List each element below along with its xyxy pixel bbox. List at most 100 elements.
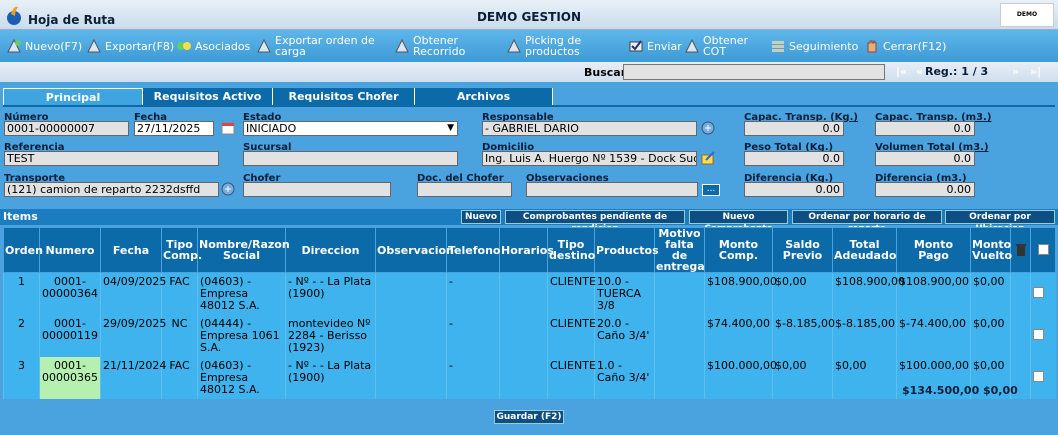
tab-requisitos-chofer[interactable]: Requisitos Chofer [273, 88, 415, 106]
col-orden[interactable]: Orden [3, 227, 43, 273]
cell-monto: $108.900,00 [704, 272, 777, 315]
col-motivo[interactable]: Motivo falta de entrega [654, 227, 705, 273]
items-nuevo-button[interactable]: Nuevo [461, 210, 501, 224]
last-record-button[interactable]: »| [1030, 65, 1041, 78]
enviar-button[interactable]: Enviar [628, 30, 682, 62]
cell-saldo: $0,00 [772, 357, 833, 399]
col-monto-pago[interactable]: Monto Pago [896, 227, 971, 273]
responsable-search-icon[interactable] [700, 120, 716, 136]
col-saldo-previo[interactable]: Saldo Previo [772, 227, 833, 273]
seguimiento-label: Seguimiento [789, 39, 859, 53]
export-icon [87, 38, 101, 53]
dif-kg-field[interactable]: 0.00 [744, 182, 844, 197]
asociados-button[interactable]: Asociados [176, 30, 250, 62]
chofer-field[interactable] [243, 182, 391, 197]
cell-horarios [499, 315, 548, 357]
volumen-field[interactable]: 0.0 [875, 151, 975, 166]
domicilio-edit-icon[interactable] [700, 150, 716, 166]
col-monto-vuelto[interactable]: Monto Vuelto [970, 227, 1012, 273]
cell-direccion: montevideo Nº 2284 - Berisso (1923) [285, 315, 376, 357]
search-input[interactable] [623, 64, 885, 80]
dif-m3-field[interactable]: 0.00 [875, 182, 975, 197]
tab-requisitos-activo[interactable]: Requisitos Activo [143, 88, 273, 106]
col-nombre[interactable]: Nombre/Razon Social [197, 227, 290, 273]
picking-button[interactable]: Picking de productos [506, 30, 596, 62]
col-tipo-destino[interactable]: Tipo destino [547, 227, 595, 273]
peso-field[interactable]: 0.0 [744, 151, 844, 166]
col-productos[interactable]: Productos [594, 227, 659, 273]
cell-telefono: - [446, 272, 500, 315]
table-row[interactable]: 1 0001-00000364 04/09/2025 FAC (04603) - Emp… [3, 272, 1056, 315]
col-direccion[interactable]: Direccion [285, 227, 376, 273]
calendar-icon[interactable] [220, 120, 236, 136]
cerrar-button[interactable]: Cerrar(F12) [864, 30, 946, 62]
observaciones-more-button[interactable]: ... [702, 184, 720, 196]
ordenar-ubicacion-button[interactable]: Ordenar por Ubicacion [945, 210, 1055, 234]
route-icon [395, 38, 409, 53]
comprobantes-pendientes-button[interactable]: Comprobantes pendiente de rendicion [505, 210, 685, 234]
cell-total: $-8.185,00 [832, 315, 897, 357]
cell-nombre: (04603) - Empresa 48012 S.A. [197, 272, 286, 315]
guardar-button[interactable]: Guardar (F2) [494, 410, 564, 424]
first-record-button[interactable]: |« [896, 65, 907, 78]
table-row[interactable]: 3 0001-00000365 21/11/2024 FAC (04603) - Emp… [3, 357, 1056, 399]
cell-saldo: $-8.185,00 [772, 315, 835, 357]
referencia-field[interactable]: TEST [4, 151, 219, 166]
cerrar-label: Cerrar(F12) [883, 39, 947, 53]
capac-m3-field[interactable]: 0.0 [875, 121, 975, 136]
cell-orden: 1 [3, 272, 40, 315]
col-observacion[interactable]: Observacion [375, 227, 454, 273]
nuevo-button[interactable]: Nuevo(F7) [6, 30, 82, 62]
sucursal-field[interactable] [243, 151, 458, 166]
cell-orden: 2 [3, 315, 40, 357]
cell-numero: 0001-00000365 [39, 357, 101, 399]
obtener-recorrido-button[interactable]: Obtener Recorrido [394, 30, 484, 62]
items-bar: Items Nuevo Comprobantes pendiente de re… [0, 209, 1058, 234]
col-monto-comp[interactable]: Monto Comp. [704, 227, 773, 273]
col-horarios[interactable]: Horarios [499, 227, 554, 273]
fecha-field[interactable]: 27/11/2025 [134, 121, 214, 136]
seguimiento-button[interactable]: Seguimiento [770, 30, 858, 62]
tab-archivos[interactable]: Archivos [415, 88, 553, 106]
cell-productos: 10.0 - TUERCA 3/8 [594, 272, 655, 315]
row-checkbox[interactable] [1030, 272, 1056, 315]
ordenar-horario-button[interactable]: Ordenar por horario de reparto [792, 210, 942, 234]
tab-principal[interactable]: Principal [3, 88, 143, 106]
table-row[interactable]: 2 0001-00000119 29/09/2025 NC (04444) - Empr… [3, 315, 1056, 357]
row-checkbox[interactable] [1030, 357, 1056, 399]
next-record-button[interactable]: » [1012, 65, 1019, 78]
col-numero[interactable]: Numero [39, 227, 101, 273]
cell-pago: $108.900,00 [896, 272, 971, 315]
cell-orden: 3 [3, 357, 40, 399]
doc-chofer-field[interactable] [417, 182, 512, 197]
col-tipo-comp[interactable]: Tipo Comp. [161, 227, 202, 273]
numero-field[interactable]: 0001-00000007 [4, 121, 129, 136]
estado-select[interactable]: INICIADO ▼ [243, 121, 458, 136]
domicilio-field[interactable]: Ing. Luis A. Huergo Nº 1539 - Dock Sud (… [482, 151, 697, 166]
cell-tipo: NC [161, 315, 198, 357]
items-table: Orden Numero Fecha Tipo Comp. Nombre/Raz… [3, 227, 1056, 399]
exportar-orden-button[interactable]: Exportar orden de carga [256, 30, 381, 62]
obtener-cot-button[interactable]: Obtener COT [684, 30, 759, 62]
cell-productos: 1.0 - Caño 3/4' [594, 357, 655, 399]
cell-fecha: 29/09/2025 [100, 315, 166, 357]
prev-record-button[interactable]: « [916, 65, 923, 78]
transporte-search-icon[interactable] [220, 181, 236, 197]
row-checkbox[interactable] [1030, 315, 1056, 357]
nuevo-comprobante-button[interactable]: Nuevo Comprobante [689, 210, 788, 234]
select-all-checkbox[interactable] [1030, 227, 1056, 273]
cot-icon [685, 38, 699, 53]
col-fecha[interactable]: Fecha [100, 227, 162, 273]
responsable-field[interactable]: - GABRIEL DARIO [482, 121, 697, 136]
cell-observacion [375, 357, 447, 399]
col-total-adeudado[interactable]: Total Adeudado [832, 227, 897, 273]
observaciones-field[interactable] [526, 182, 698, 197]
cell-fecha: 21/11/2024 [100, 357, 166, 399]
exportar-label: Exportar(F8) [105, 39, 175, 53]
capac-kg-field[interactable]: 0.0 [744, 121, 844, 136]
col-telefono[interactable]: Telefono [446, 227, 500, 273]
transporte-field[interactable]: (121) camion de reparto 2232dsffd [4, 182, 219, 197]
exportar-button[interactable]: Exportar(F8) [86, 30, 174, 62]
picking-icon [507, 38, 521, 53]
trash-icon[interactable] [1010, 227, 1031, 273]
